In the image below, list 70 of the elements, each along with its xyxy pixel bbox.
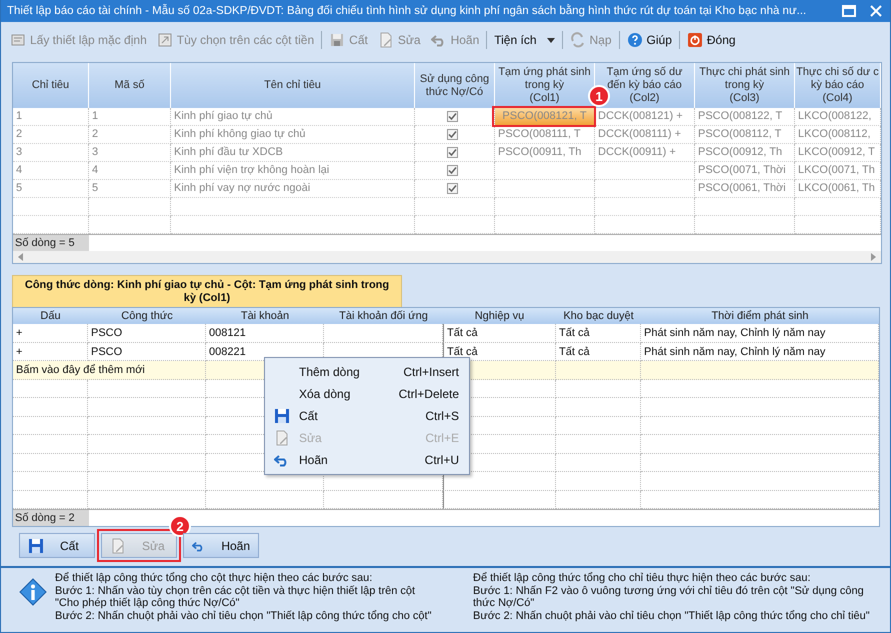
- row-count: Số dòng = 5: [13, 235, 89, 251]
- help-text: Bước 1: Nhấn F2 vào ô vuông tương ứng với chỉ tiêu đó trên cột "Sử dụng công: [473, 584, 864, 597]
- table-cell: DCCK(008121) +: [595, 108, 695, 126]
- action-button[interactable]: Cất: [19, 533, 95, 558]
- column-header[interactable]: Dấu: [13, 308, 88, 324]
- table-cell: PSCO(008112, T: [695, 126, 795, 144]
- table-cell: Kinh phí vay nợ nước ngoài: [171, 180, 415, 198]
- table-cell: PSCO(00912, Th: [695, 144, 795, 162]
- menu-item[interactable]: Hoãn Ctrl+U: [265, 449, 469, 471]
- table-cell: 3: [89, 144, 171, 162]
- table-cell: 1: [13, 108, 89, 126]
- table-cell: DCCK(00911) +: [595, 144, 695, 162]
- table-cell: PSCO(0061, Thời: [695, 180, 795, 198]
- table-cell: PSCO: [88, 324, 206, 342]
- help-text: Bước 2: Nhấn chuột phải vào chỉ tiêu chọn "Thiết lập công thức tổng cho chỉ tiêu": [473, 610, 870, 622]
- column-header[interactable]: Chỉ tiêu: [13, 63, 89, 108]
- toolbar-button[interactable]: Giúp: [622, 30, 677, 50]
- menu-item[interactable]: Xóa dòng Ctrl+Delete: [265, 383, 469, 405]
- help-text: Bước 2: Nhấn chuột phải vào chỉ tiêu chọn "Thiết lập công thức tổng cho cột": [55, 610, 432, 622]
- column-header[interactable]: Tên chỉ tiêu: [171, 63, 415, 108]
- action-button[interactable]: Hoãn: [183, 533, 259, 558]
- table-cell: LKCO(0061, Th: [795, 180, 881, 198]
- table-cell: 2: [89, 126, 171, 144]
- column-header[interactable]: Tài khoản: [206, 308, 324, 324]
- dropdown-button[interactable]: Tiện ích: [489, 31, 560, 49]
- table-cell: 4: [13, 162, 89, 180]
- help-text: "Cho phép thiết lập công thức Nợ/Có": [55, 597, 240, 610]
- menu-item[interactable]: Cất Ctrl+S: [265, 405, 469, 427]
- table-cell: Kinh phí viện trợ không hoàn lại: [171, 162, 415, 180]
- table-cell: 3: [13, 144, 89, 162]
- column-header[interactable]: Mã số: [89, 63, 171, 108]
- help-text: Để thiết lập công thức tổng cho cột thực hiện theo các bước sau:: [55, 572, 372, 584]
- column-header[interactable]: Tài khoản đối ứng: [324, 308, 443, 324]
- table-cell: PSCO(008111, T: [495, 126, 595, 144]
- table-cell: Kinh phí không giao tự chủ: [171, 126, 415, 144]
- column-header[interactable]: Kho bạc duyệt: [556, 308, 641, 324]
- table-cell: PSCO(0071, Thời: [695, 162, 795, 180]
- table-cell: PSCO(008122, T: [695, 108, 795, 126]
- table-cell: 5: [13, 180, 89, 198]
- table-cell: DCCK(008111) +: [595, 126, 695, 144]
- table-cell: Kinh phí đầu tư XDCB: [171, 144, 415, 162]
- column-header[interactable]: Thời điểm phát sinh: [641, 308, 879, 324]
- table-cell: 2: [13, 126, 89, 144]
- table-cell: Kinh phí giao tự chủ: [171, 108, 415, 126]
- column-header[interactable]: Tạm ứng phát sinh trong kỳ (Col1): [495, 63, 595, 108]
- window-title: Thiết lập báo cáo tài chính - Mẫu số 02a-SDKP/ĐVDT: Bảng đối chiếu tình hình sử dụng kinh phí ngân sách bằng hình thức rút dự toán tại Kho bạc nhà nư...: [7, 5, 808, 17]
- help-text: thức Nợ/Có": [473, 597, 534, 610]
- table-cell: Phát sinh năm nay, Chỉnh lý năm nay: [641, 324, 879, 342]
- table-cell: 4: [89, 162, 171, 180]
- column-header[interactable]: Thực chi số dư c kỳ báo cáo (Col4): [795, 63, 881, 108]
- table-cell: Tất cả: [556, 324, 641, 342]
- table-cell: +: [13, 324, 88, 342]
- table-cell: Tất cả: [443, 324, 556, 342]
- column-header[interactable]: Thực chi phát sinh trong kỳ (Col3): [695, 63, 795, 108]
- row-count: Số dòng = 2: [13, 510, 89, 526]
- help-text: Để thiết lập công thức tổng cho chỉ tiêu thực hiện theo các bước sau:: [473, 572, 810, 584]
- toolbar-button[interactable]: Đóng: [682, 30, 741, 50]
- table-cell: 1: [89, 108, 171, 126]
- table-cell: LKCO(0071, Th: [795, 162, 881, 180]
- table-cell: LKCO(00912, T: [795, 144, 881, 162]
- column-header[interactable]: Công thức: [88, 308, 206, 324]
- table-cell: 008121: [206, 324, 324, 342]
- table-cell: PSCO(00911, Th: [495, 144, 595, 162]
- table-cell: LKCO(008112,: [795, 126, 881, 144]
- help-text: Bước 1: Nhấn vào tùy chọn trên các cột tiền và thực hiện thiết lập trên cột: [55, 584, 416, 597]
- table-cell: 5: [89, 180, 171, 198]
- column-header[interactable]: Nghiệp vụ: [443, 308, 556, 324]
- column-header[interactable]: Sử dụng công thức Nợ/Có: [415, 63, 495, 108]
- formula-tab[interactable]: Công thức dòng: Kinh phí giao tự chủ - Cột: Tạm ứng phát sinh trong kỳ (Col1): [12, 275, 402, 307]
- table-cell: LKCO(008122,: [795, 108, 881, 126]
